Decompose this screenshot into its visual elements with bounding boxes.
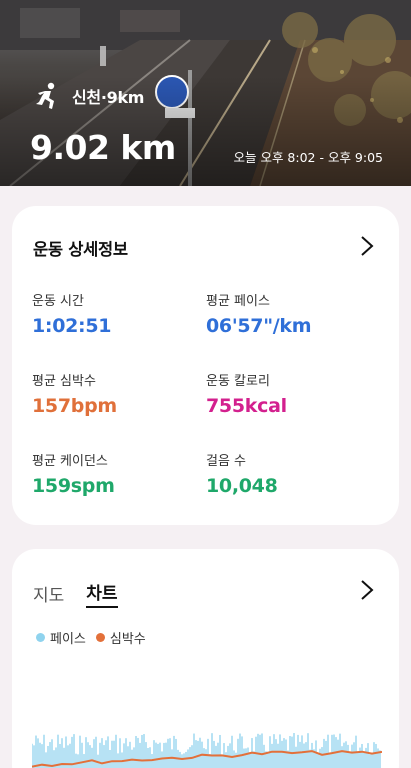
- stat-label: 평균 심박수: [32, 374, 96, 389]
- stat-label: 평균 케이던스: [32, 454, 108, 469]
- stat-label: 운동 칼로리: [206, 374, 270, 389]
- heart-rate-color-dot: [95, 633, 105, 642]
- chevron-right-icon[interactable]: [360, 235, 374, 257]
- stat-avg-heart-rate: 평균 심박수 157bpm: [32, 370, 117, 417]
- stat-value: 755kcal: [206, 395, 287, 417]
- stat-label: 평균 페이스: [206, 294, 270, 309]
- legend-item-heart-rate: 심박수: [95, 628, 146, 647]
- view-tabs: 지도 차트: [33, 579, 140, 608]
- running-person-icon: [36, 82, 55, 109]
- stat-value: 159spm: [32, 475, 115, 497]
- stat-value: 06'57"/km: [206, 315, 312, 337]
- map-chart-card: 지도 차트 페이스 심박수: [12, 549, 399, 768]
- legend-label: 페이스: [50, 632, 86, 647]
- tab-chart[interactable]: 차트: [86, 579, 118, 608]
- chevron-right-icon[interactable]: [360, 579, 374, 601]
- stat-steps: 걸음 수 10,048: [206, 450, 278, 497]
- activity-title: 신천·9km: [72, 88, 145, 107]
- stat-label: 운동 시간: [32, 294, 84, 309]
- activity-title-row: 신천·9km: [34, 82, 144, 110]
- stat-label: 걸음 수: [206, 454, 247, 469]
- activity-time-range: 오늘 오후 8:02 - 오후 9:05: [233, 150, 383, 165]
- stat-value: 1:02:51: [32, 315, 112, 337]
- workout-details-card[interactable]: 운동 상세정보 운동 시간 1:02:51 평균 페이스 06'57"/km 평…: [12, 206, 399, 525]
- stat-value: 157bpm: [32, 395, 117, 417]
- stat-avg-cadence: 평균 케이던스 159spm: [32, 450, 115, 497]
- stat-avg-pace: 평균 페이스 06'57"/km: [206, 290, 312, 337]
- workout-details-title: 운동 상세정보: [33, 240, 128, 259]
- legend-item-pace: 페이스: [36, 628, 86, 647]
- stat-calories: 운동 칼로리 755kcal: [206, 370, 287, 417]
- hero-banner: 신천·9km 9.02 km 오늘 오후 8:02 - 오후 9:05: [0, 0, 411, 186]
- stat-value: 10,048: [206, 475, 278, 497]
- total-distance: 9.02 km: [30, 128, 176, 167]
- pace-color-dot: [36, 633, 45, 642]
- legend-label: 심박수: [109, 632, 146, 647]
- tab-map[interactable]: 지도: [33, 581, 64, 608]
- chart-legend: 페이스 심박수: [36, 628, 156, 647]
- pace-heart-rate-chart: [32, 733, 382, 768]
- stat-duration: 운동 시간 1:02:51: [32, 290, 112, 337]
